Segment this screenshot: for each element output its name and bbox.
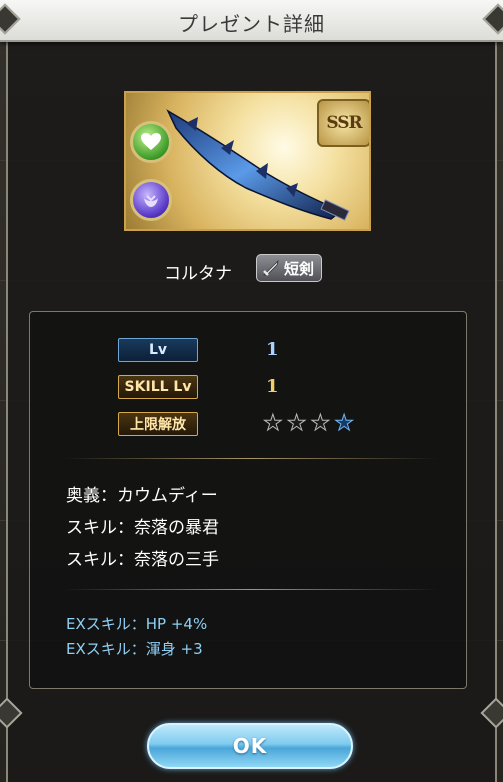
divider xyxy=(64,589,438,590)
skill-line-1: スキル：奈落の暴君 xyxy=(66,518,219,538)
ssr-rarity-badge: SSR xyxy=(317,99,369,147)
star-empty-icon: ★ xyxy=(286,411,307,436)
item-name: コルタナ xyxy=(164,264,232,284)
level-tag: Lv xyxy=(118,338,198,362)
level-value: 1 xyxy=(266,339,279,360)
ex-skill-line-2: EXスキル：渾身 +3 xyxy=(66,640,203,658)
uncap-tag: 上限解放 xyxy=(118,412,198,436)
skill-level-value: 1 xyxy=(266,376,279,397)
weapon-type-badge: 短剣 xyxy=(256,254,322,282)
skill-level-tag: SKILL Lv xyxy=(118,375,198,399)
star-blue-icon: ★ xyxy=(334,411,355,436)
dialog-header: プレゼント詳細 xyxy=(0,0,503,42)
star-empty-icon: ★ xyxy=(310,411,331,436)
heart-icon xyxy=(130,121,172,163)
ex-skill-line-1: EXスキル：HP +4% xyxy=(66,615,208,633)
item-card-art: SSR xyxy=(124,91,371,231)
divider xyxy=(64,458,438,459)
dagger-icon xyxy=(263,259,279,276)
uncap-stars: ★ ★ ★ ★ xyxy=(263,411,355,436)
ougi-line: 奥義：カウムディー xyxy=(66,486,218,506)
skill-line-2: スキル：奈落の三手 xyxy=(66,550,219,570)
ok-button[interactable]: OK xyxy=(147,723,353,769)
star-empty-icon: ★ xyxy=(263,411,284,436)
dialog-title: プレゼント詳細 xyxy=(178,12,325,36)
weapon-type-label: 短剣 xyxy=(284,259,315,278)
dark-element-icon xyxy=(130,179,172,221)
